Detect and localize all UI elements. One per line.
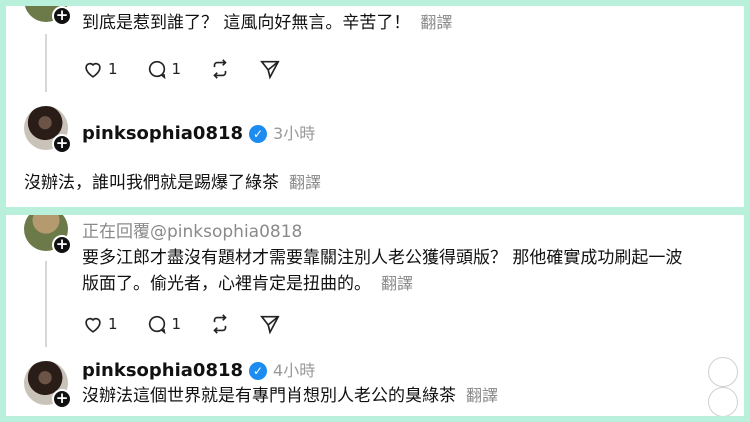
translate-link[interactable]: 翻譯	[466, 386, 498, 405]
username-link[interactable]: pinksophia0818	[82, 360, 243, 381]
avatar[interactable]: +	[24, 361, 72, 409]
share-button[interactable]	[259, 58, 281, 80]
heart-icon	[85, 62, 101, 78]
thread-panel-bottom: + 正在回覆@pinksophia0818 要多江郎才盡沒有題材才需要靠關注別人…	[6, 207, 744, 417]
repost-button[interactable]	[209, 313, 231, 335]
comment-button[interactable]: 1	[146, 313, 182, 335]
comment-icon	[148, 315, 166, 335]
verified-icon: ✓	[249, 125, 268, 143]
follow-plus-icon[interactable]: +	[52, 235, 72, 255]
heart-icon	[85, 317, 101, 333]
timestamp: 3小時	[273, 124, 316, 143]
comment-icon	[148, 60, 166, 80]
follow-plus-icon[interactable]: +	[52, 6, 72, 26]
thread-connector	[45, 34, 47, 92]
comment-count: 1	[171, 60, 182, 78]
send-icon	[260, 315, 280, 335]
section-divider	[0, 207, 750, 215]
repost-button[interactable]	[209, 58, 231, 80]
translate-link[interactable]: 翻譯	[289, 173, 321, 192]
post-body: 到底是惹到誰了？ 這風向好無言。辛苦了！	[82, 13, 411, 33]
thread-panel-top: + 到底是惹到誰了？ 這風向好無言。辛苦了！ 翻譯 1 1 + pinksophi…	[6, 0, 744, 207]
reply-body: 沒辦法這個世界就是有專門肖想別人老公的臭綠茶	[82, 386, 456, 406]
username-link[interactable]: pinksophia0818	[82, 123, 243, 144]
reply-body: 沒辦法，誰叫我們就是踢爆了綠茶	[24, 173, 279, 193]
avatar[interactable]: +	[24, 106, 72, 154]
post-text-line-1: 要多江郎才盡沒有題材才需要靠關注別人老公獲得頭版？ 那他確實成功刷起一波	[82, 245, 682, 271]
post-text-line-2: 版面了。偷光者，心裡肯定是扭曲的。 翻譯	[82, 271, 413, 297]
send-icon	[260, 60, 280, 80]
more-options-icon[interactable]	[708, 357, 738, 387]
thread-connector	[45, 261, 47, 347]
reply-header: pinksophia0818 ✓ 4小時	[82, 357, 315, 381]
post-body-line-1: 要多江郎才盡沒有題材才需要靠關注別人老公獲得頭版？ 那他確實成功刷起一波	[82, 248, 683, 268]
timestamp: 4小時	[273, 361, 316, 380]
translate-link[interactable]: 翻譯	[420, 13, 452, 32]
repost-icon	[213, 59, 227, 79]
comment-count: 1	[171, 315, 182, 333]
share-button[interactable]	[259, 313, 281, 335]
post-text: 到底是惹到誰了？ 這風向好無言。辛苦了！ 翻譯	[82, 10, 452, 36]
reply-header: pinksophia0818 ✓ 3小時	[82, 120, 315, 144]
post-actions: 1 1	[82, 58, 309, 80]
repost-icon	[213, 314, 227, 334]
replying-to-label[interactable]: 正在回覆@pinksophia0818	[82, 217, 302, 242]
comment-button[interactable]: 1	[146, 58, 182, 80]
post-actions: 1 1	[82, 313, 309, 335]
like-button[interactable]: 1	[82, 313, 118, 335]
reply-text: 沒辦法這個世界就是有專門肖想別人老公的臭綠茶 翻譯	[82, 383, 498, 409]
translate-link[interactable]: 翻譯	[381, 274, 413, 293]
avatar[interactable]: +	[24, 0, 72, 26]
like-count: 1	[108, 60, 118, 78]
like-count: 1	[108, 315, 118, 333]
post-body-line-2: 版面了。偷光者，心裡肯定是扭曲的。	[82, 274, 371, 294]
follow-plus-icon[interactable]: +	[52, 389, 72, 409]
reply-text: 沒辦法，誰叫我們就是踢爆了綠茶 翻譯	[24, 170, 321, 196]
more-options-icon[interactable]	[708, 387, 738, 417]
like-button[interactable]: 1	[82, 58, 118, 80]
verified-icon: ✓	[249, 362, 268, 380]
follow-plus-icon[interactable]: +	[52, 134, 72, 154]
